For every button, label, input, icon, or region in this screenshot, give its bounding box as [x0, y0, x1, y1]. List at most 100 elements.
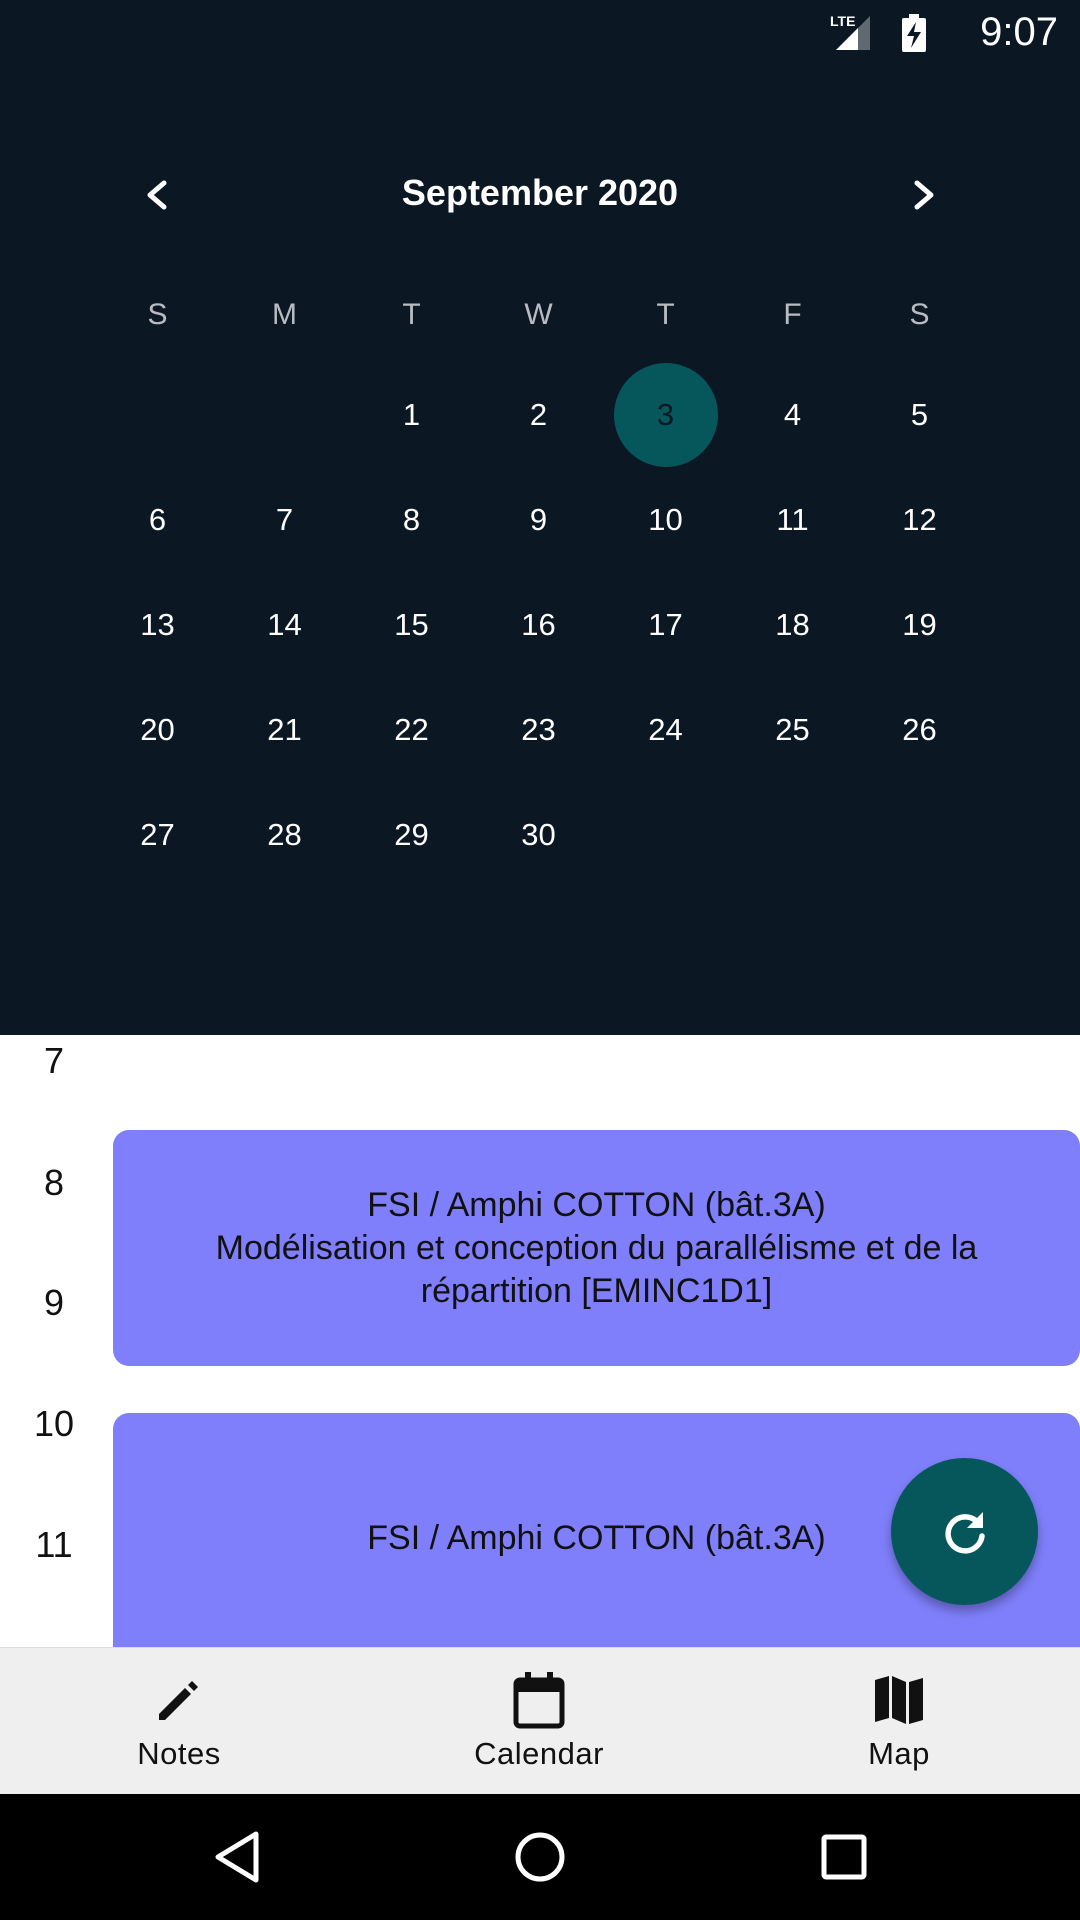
recents-button[interactable]	[814, 1827, 874, 1887]
calendar-day[interactable]: 17	[602, 572, 729, 677]
battery-charging-icon	[902, 14, 926, 52]
calendar-day[interactable]: 8	[348, 467, 475, 572]
hour-label: 11	[35, 1524, 73, 1565]
network-type-label: LTE	[830, 13, 855, 29]
calendar-day[interactable]: 16	[475, 572, 602, 677]
refresh-icon	[944, 1511, 985, 1554]
calendar-day-number: 8	[402, 501, 421, 537]
next-month-button[interactable]	[888, 160, 958, 230]
calendar-day[interactable]: 5	[856, 362, 983, 467]
status-time: 9:07	[980, 10, 1058, 54]
nav-label: Calendar	[474, 1736, 604, 1771]
status-icons: LTE	[830, 12, 950, 52]
hour-label: 10	[33, 1403, 75, 1444]
calendar-day-number: 14	[267, 606, 302, 642]
calendar-day[interactable]: 23	[475, 677, 602, 782]
event-card[interactable]: FSI / Amphi COTTON (bât.3A) Modélisation…	[113, 1130, 1080, 1366]
calendar-day[interactable]: 2	[475, 362, 602, 467]
calendar-day-empty	[94, 362, 221, 467]
recents-icon	[821, 1834, 867, 1880]
back-button[interactable]	[207, 1827, 267, 1887]
calendar-day-number: 18	[775, 606, 810, 642]
chevron-right-icon	[914, 180, 934, 210]
calendar-day-number: 19	[902, 606, 937, 642]
calendar-day-number: 22	[394, 711, 429, 747]
back-icon	[215, 1831, 259, 1883]
calendar-day[interactable]: 7	[221, 467, 348, 572]
calendar-day[interactable]: 18	[729, 572, 856, 677]
calendar-day[interactable]: 11	[729, 467, 856, 572]
calendar-day-number: 6	[148, 501, 167, 537]
calendar-day-number: 24	[648, 711, 683, 747]
calendar-day-number: 5	[910, 396, 929, 432]
calendar-day[interactable]: 22	[348, 677, 475, 782]
calendar-day[interactable]: 29	[348, 782, 475, 887]
calendar-day[interactable]: 9	[475, 467, 602, 572]
calendar-day-number: 7	[275, 501, 294, 537]
bottom-navigation: Notes Calendar Map	[0, 1647, 1080, 1795]
calendar-day[interactable]: 14	[221, 572, 348, 677]
home-button[interactable]	[510, 1827, 570, 1887]
calendar-day[interactable]: 25	[729, 677, 856, 782]
calendar-day[interactable]: 4	[729, 362, 856, 467]
calendar-day-number: 4	[783, 396, 802, 432]
calendar-day-number: 1	[402, 396, 421, 432]
calendar-day[interactable]: 15	[348, 572, 475, 677]
calendar-day-number: 10	[648, 501, 683, 537]
calendar-day-number: 15	[394, 606, 429, 642]
calendar-day-number: 9	[529, 501, 548, 537]
calendar-day-number: 2	[529, 396, 548, 432]
calendar-day-number: 28	[267, 816, 302, 852]
calendar-day-number: 29	[394, 816, 429, 852]
chevron-left-icon	[147, 180, 167, 210]
refresh-button[interactable]	[891, 1458, 1038, 1605]
map-icon	[875, 1676, 923, 1724]
calendar-day[interactable]: 19	[856, 572, 983, 677]
nav-item-calendar[interactable]: Calendar	[419, 1648, 659, 1795]
nav-label: Map	[868, 1736, 930, 1771]
calendar-day-number: 12	[902, 501, 937, 537]
calendar-day-number: 30	[521, 816, 556, 852]
hour-label: 9	[43, 1282, 65, 1323]
calendar-panel: LTE 9:07 September 2020 S M T W T F S 1 …	[0, 0, 1080, 1035]
calendar-day[interactable]: 26	[856, 677, 983, 782]
weekday-label: F	[783, 298, 802, 331]
calendar-day[interactable]: 6	[94, 467, 221, 572]
calendar-day-number: 11	[776, 501, 809, 537]
calendar-day-selected[interactable]: 3	[602, 362, 729, 467]
weekday-label: W	[524, 298, 553, 331]
month-label: September 2020	[401, 172, 679, 213]
calendar-day-empty	[221, 362, 348, 467]
weekday-label: T	[402, 298, 421, 331]
calendar-day[interactable]: 20	[94, 677, 221, 782]
calendar-day-number: 21	[267, 711, 302, 747]
calendar-day[interactable]: 27	[94, 782, 221, 887]
calendar-day-number: 27	[140, 816, 175, 852]
nav-item-map[interactable]: Map	[779, 1648, 1019, 1795]
calendar-day[interactable]: 12	[856, 467, 983, 572]
calendar-day[interactable]: 13	[94, 572, 221, 677]
nav-item-notes[interactable]: Notes	[59, 1648, 299, 1795]
event-location: FSI / Amphi COTTON (bât.3A)	[367, 1518, 826, 1557]
calendar-day-number: 3	[656, 396, 675, 432]
weekday-label: S	[909, 298, 930, 331]
calendar-day-number: 17	[648, 606, 683, 642]
month-days-grid: 1 2 3 4 5 6 7 8 9 10 11 12 13 14 15 16 17 18 19 20 21 22 23 24 2…	[94, 362, 983, 887]
calendar-day-number: 26	[902, 711, 937, 747]
calendar-day-number: 23	[521, 711, 556, 747]
weekday-label: T	[656, 298, 675, 331]
previous-month-button[interactable]	[123, 160, 193, 230]
calendar-day[interactable]: 21	[221, 677, 348, 782]
calendar-day-number: 25	[775, 711, 810, 747]
lte-signal-icon: LTE	[830, 13, 870, 50]
calendar-day-number: 13	[140, 606, 175, 642]
calendar-day[interactable]: 1	[348, 362, 475, 467]
weekday-header: S M T W T F S	[94, 290, 983, 340]
status-bar: LTE 9:07	[0, 0, 1080, 63]
calendar-day[interactable]: 28	[221, 782, 348, 887]
calendar-day[interactable]: 24	[602, 677, 729, 782]
weekday-label: M	[272, 298, 297, 331]
calendar-day[interactable]: 10	[602, 467, 729, 572]
calendar-day-number: 16	[521, 606, 556, 642]
calendar-day[interactable]: 30	[475, 782, 602, 887]
